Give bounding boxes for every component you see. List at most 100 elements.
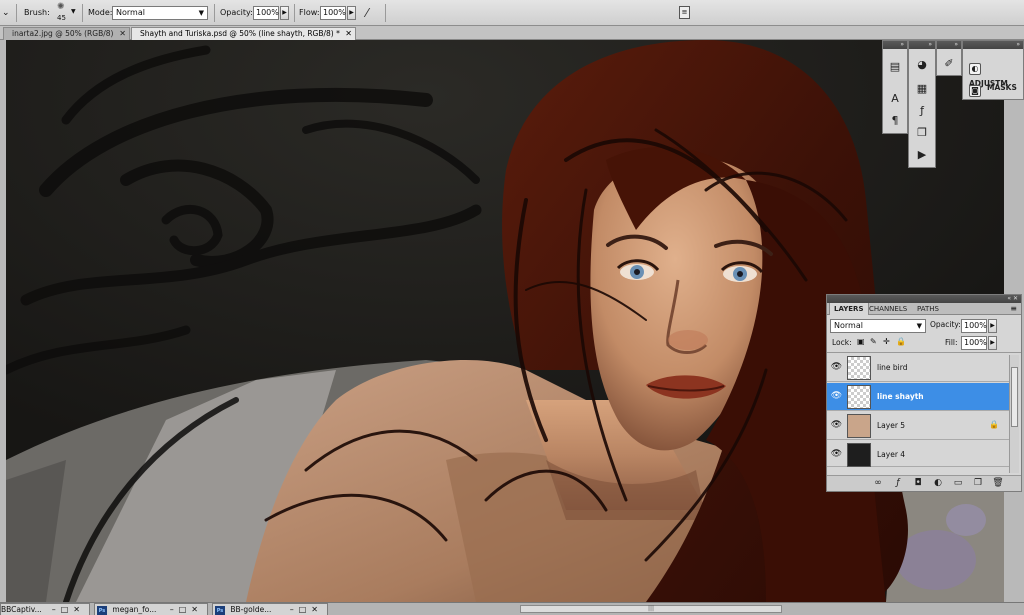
minimized-doc-megan[interactable]: Ps megan_fo... –□✕ [94, 603, 208, 615]
layer-thumbnail [847, 414, 871, 438]
chevron-down-icon: ▼ [916, 322, 922, 330]
window-controls[interactable]: –□✕ [52, 604, 85, 615]
opacity-slider-button[interactable]: ▶ [280, 6, 289, 20]
layer-row-line-shayth[interactable]: 👁 line shayth [827, 383, 1009, 411]
new-layer-icon[interactable]: ❐ [971, 477, 985, 490]
layer-opacity-slider-button[interactable]: ▶ [988, 319, 997, 333]
airbrush-icon[interactable]: ⁄ [366, 0, 368, 26]
layer-name: Layer 5 [877, 421, 906, 430]
dock-collapse-button[interactable]: » [909, 41, 935, 49]
lock-transparency-icon[interactable]: ▣ [857, 337, 865, 346]
dock-collapse-button[interactable]: » [963, 41, 1023, 49]
layers-scrollbar[interactable] [1009, 355, 1019, 473]
lock-all-icon[interactable]: 🔒 [896, 337, 906, 346]
layer-thumbnail [847, 356, 871, 380]
window-controls[interactable]: –□✕ [290, 604, 323, 615]
color-icon[interactable]: ◕ [913, 57, 931, 73]
fill-input[interactable]: 100% [961, 336, 987, 350]
scrollbar-thumb[interactable] [1011, 367, 1018, 427]
blend-mode-value: Normal [834, 321, 863, 330]
adjustments-button[interactable]: ◐ADJUSTM [969, 57, 1023, 88]
visibility-eye-icon[interactable]: 👁 [830, 448, 843, 461]
masks-label: MASKS [987, 83, 1017, 92]
lock-image-icon[interactable]: ✎ [870, 337, 877, 346]
new-group-icon[interactable]: ▭ [951, 477, 965, 490]
layer-row-layer-5[interactable]: 👁 Layer 5 🔒 [827, 412, 1009, 440]
layer-thumbnail [847, 443, 871, 467]
chevron-right-icon: ▶ [349, 9, 354, 16]
layer-style-icon[interactable]: ƒ [891, 477, 905, 490]
fill-value: 100% [964, 338, 987, 347]
brush-picker[interactable]: ✺ 45 ▼ [54, 2, 76, 24]
swatches-icon[interactable]: ▦ [913, 81, 931, 97]
adjustment-layer-icon[interactable]: ◐ [931, 477, 945, 490]
adjustments-icon: ◐ [969, 63, 981, 75]
layer-opacity-value: 100% [964, 321, 987, 330]
close-icon[interactable]: ✕ [345, 28, 352, 40]
panel-menu-icon[interactable]: ≡ [1010, 303, 1017, 315]
layer-opacity-input[interactable]: 100% [961, 319, 987, 333]
doc-label: BBCaptiv... [1, 605, 42, 614]
mode-select[interactable]: Normal ▼ [112, 6, 208, 20]
lock-icon: 🔒 [989, 420, 999, 429]
character-icon[interactable]: A [886, 91, 904, 107]
divider [214, 4, 215, 22]
tab-layers[interactable]: LAYERS [829, 303, 869, 315]
masks-button[interactable]: ◙ MASKS [969, 79, 1017, 97]
add-mask-icon[interactable]: ◘ [911, 477, 925, 490]
masks-icon: ◙ [969, 85, 981, 97]
minimized-doc-bbcaptiv[interactable]: BBCaptiv... –□✕ [0, 603, 90, 615]
tab-shayth-and-turiska[interactable]: Shayth and Turiska.psd @ 50% (line shayt… [131, 27, 356, 40]
tool-preset-picker[interactable]: ⌄ [2, 0, 10, 26]
tab-label: inarta2.jpg @ 50% (RGB/8) [12, 29, 114, 38]
clone-source-icon[interactable]: ❐ [913, 125, 931, 141]
divider [385, 4, 386, 22]
flow-input[interactable]: 100% [320, 6, 346, 20]
panel-collapse-button[interactable]: « ✕ [827, 295, 1021, 303]
link-layers-icon[interactable]: ∞ [871, 477, 885, 490]
photoshop-icon: Ps [215, 606, 225, 615]
delete-layer-icon[interactable]: 🗑 [991, 477, 1005, 490]
flow-slider-button[interactable]: ▶ [347, 6, 356, 20]
layer-name: Layer 4 [877, 450, 906, 459]
chevron-right-icon: ▶ [282, 9, 287, 16]
tab-channels[interactable]: CHANNELS [865, 303, 911, 315]
dock-collapse-button[interactable]: » [937, 41, 961, 49]
doc-label: BB-golde... [230, 605, 272, 614]
visibility-eye-icon[interactable]: 👁 [830, 419, 843, 432]
minimized-doc-bb-golde[interactable]: Ps BB-golde... –□✕ [212, 603, 328, 615]
divider [294, 4, 295, 22]
lock-fill-row: Lock: ▣ ✎ ✛ 🔒 Fill: 100% ▶ [827, 334, 1021, 353]
minimized-documents-bar: BBCaptiv... –□✕ Ps megan_fo... –□✕ Ps BB… [0, 602, 1024, 615]
tab-paths[interactable]: PATHS [913, 303, 943, 315]
horizontal-scrollbar[interactable]: ||| [520, 605, 782, 613]
brushes-icon[interactable]: ✐ [940, 56, 958, 72]
fill-slider-button[interactable]: ▶ [988, 336, 997, 350]
lock-label: Lock: [832, 338, 852, 347]
opacity-input[interactable]: 100% [253, 6, 279, 20]
panel-toggle-icon[interactable]: ≡ [679, 6, 690, 19]
close-icon[interactable]: ✕ [119, 28, 126, 40]
blend-mode-select[interactable]: Normal ▼ [830, 319, 926, 333]
tab-inarta2[interactable]: inarta2.jpg @ 50% (RGB/8) ✕ [3, 27, 130, 40]
chevron-down-icon: ▼ [71, 8, 76, 15]
styles-icon[interactable]: ƒ [913, 103, 931, 119]
dock-collapse-button[interactable]: » [883, 41, 907, 49]
layer-row-layer-4[interactable]: 👁 Layer 4 [827, 441, 1009, 467]
window-controls[interactable]: –□✕ [170, 604, 203, 615]
options-bar: ⌄ Brush: ✺ 45 ▼ Mode: Normal ▼ Opacity: … [0, 0, 1024, 26]
layer-row-line-bird[interactable]: 👁 line bird [827, 354, 1009, 382]
panel-dock-adjustments: » ◐ADJUSTM ◙ MASKS [962, 40, 1024, 100]
tab-label: Shayth and Turiska.psd @ 50% (line shayt… [140, 29, 340, 38]
paragraph-icon[interactable]: ¶ [886, 113, 904, 129]
blend-opacity-row: Normal ▼ Opacity: 100% ▶ [827, 316, 1021, 333]
actions-icon[interactable]: ▶ [913, 147, 931, 163]
layer-thumbnail [847, 385, 871, 409]
brush-label: Brush: [24, 8, 50, 17]
history-icon[interactable]: ▤ [886, 59, 904, 75]
lock-position-icon[interactable]: ✛ [883, 337, 890, 346]
visibility-eye-icon[interactable]: 👁 [830, 361, 843, 374]
layer-name: line bird [877, 363, 908, 372]
visibility-eye-icon[interactable]: 👁 [830, 390, 843, 403]
scroll-grip-icon: ||| [647, 605, 655, 612]
